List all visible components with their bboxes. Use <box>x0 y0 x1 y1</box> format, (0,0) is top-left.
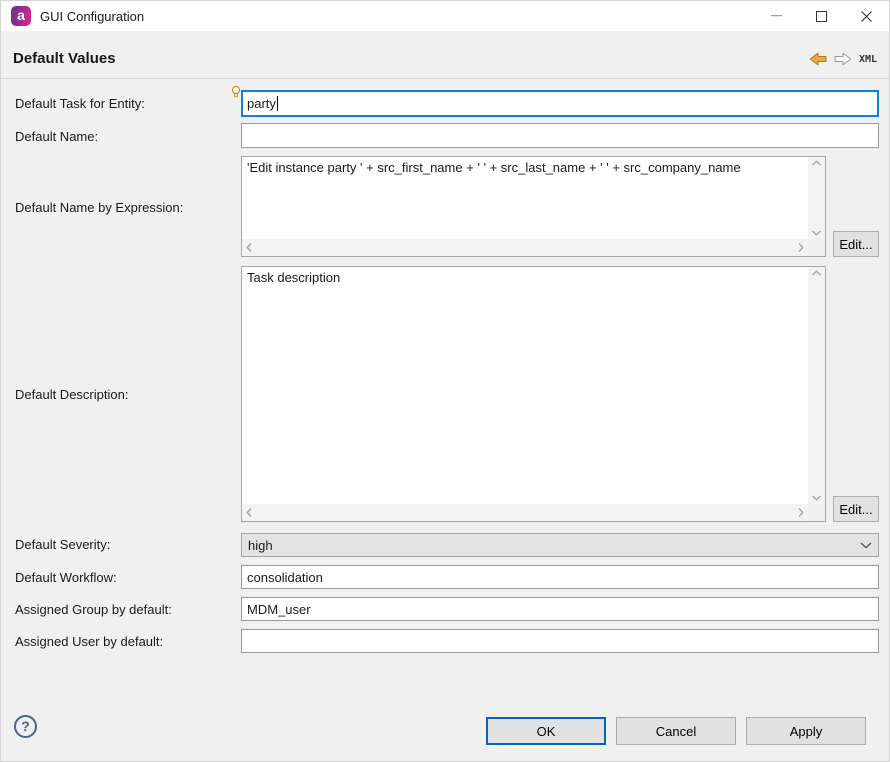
chevron-down-icon <box>860 542 872 549</box>
header-navigation: XML <box>809 52 877 66</box>
window-controls <box>754 1 889 31</box>
name-expression-textarea[interactable]: 'Edit instance party ' + src_first_name … <box>241 156 826 257</box>
workflow-label: Default Workflow: <box>15 570 117 585</box>
minimize-button[interactable] <box>754 1 799 31</box>
window-title: GUI Configuration <box>40 9 144 24</box>
default-name-label: Default Name: <box>15 129 98 144</box>
maximize-button[interactable] <box>799 1 844 31</box>
ok-button[interactable]: OK <box>486 717 606 745</box>
task-entity-label: Default Task for Entity: <box>15 96 145 111</box>
help-button[interactable]: ? <box>14 715 37 738</box>
scroll-up-icon <box>811 160 822 166</box>
scroll-left-icon <box>246 242 252 253</box>
title-bar: a GUI Configuration <box>1 1 889 31</box>
name-expression-value: 'Edit instance party ' + src_first_name … <box>242 157 808 239</box>
text-cursor <box>277 96 278 111</box>
back-arrow-icon[interactable] <box>809 52 827 66</box>
xml-view-button[interactable]: XML <box>859 54 877 65</box>
vertical-scrollbar[interactable] <box>808 157 825 239</box>
description-label: Default Description: <box>15 387 128 402</box>
help-icon: ? <box>21 718 30 734</box>
scroll-right-icon <box>798 507 804 518</box>
task-entity-input[interactable]: party <box>241 90 879 117</box>
edit-expression-button[interactable]: Edit... <box>833 231 879 257</box>
app-logo-icon: a <box>11 6 31 26</box>
scroll-left-icon <box>246 507 252 518</box>
maximize-icon <box>816 11 827 22</box>
forward-arrow-icon[interactable] <box>834 52 852 66</box>
scroll-down-icon <box>811 230 822 236</box>
severity-value: high <box>248 538 273 553</box>
close-button[interactable] <box>844 1 889 31</box>
gui-configuration-dialog: a GUI Configuration Default Values <box>0 0 890 762</box>
name-expression-label: Default Name by Expression: <box>15 200 183 215</box>
horizontal-scrollbar[interactable] <box>242 504 808 521</box>
page-title: Default Values <box>13 50 116 67</box>
description-textarea[interactable]: Task description <box>241 266 826 522</box>
workflow-input[interactable] <box>241 565 879 589</box>
assigned-group-label: Assigned Group by default: <box>15 602 172 617</box>
apply-button[interactable]: Apply <box>746 717 866 745</box>
vertical-scrollbar[interactable] <box>808 267 825 504</box>
horizontal-scrollbar[interactable] <box>242 239 808 256</box>
task-entity-value: party <box>247 96 276 111</box>
minimize-icon <box>771 15 782 17</box>
assigned-user-label: Assigned User by default: <box>15 634 163 649</box>
default-name-input[interactable] <box>241 123 879 148</box>
cancel-button[interactable]: Cancel <box>616 717 736 745</box>
edit-description-button[interactable]: Edit... <box>833 496 879 522</box>
description-value: Task description <box>242 267 808 504</box>
assigned-group-input[interactable] <box>241 597 879 621</box>
severity-dropdown[interactable]: high <box>241 533 879 557</box>
header-separator <box>1 78 889 79</box>
scroll-up-icon <box>811 270 822 276</box>
assigned-user-input[interactable] <box>241 629 879 653</box>
scroll-down-icon <box>811 495 822 501</box>
scroll-right-icon <box>798 242 804 253</box>
severity-label: Default Severity: <box>15 537 110 552</box>
close-icon <box>861 11 872 22</box>
content-assist-lightbulb-icon <box>231 85 241 104</box>
